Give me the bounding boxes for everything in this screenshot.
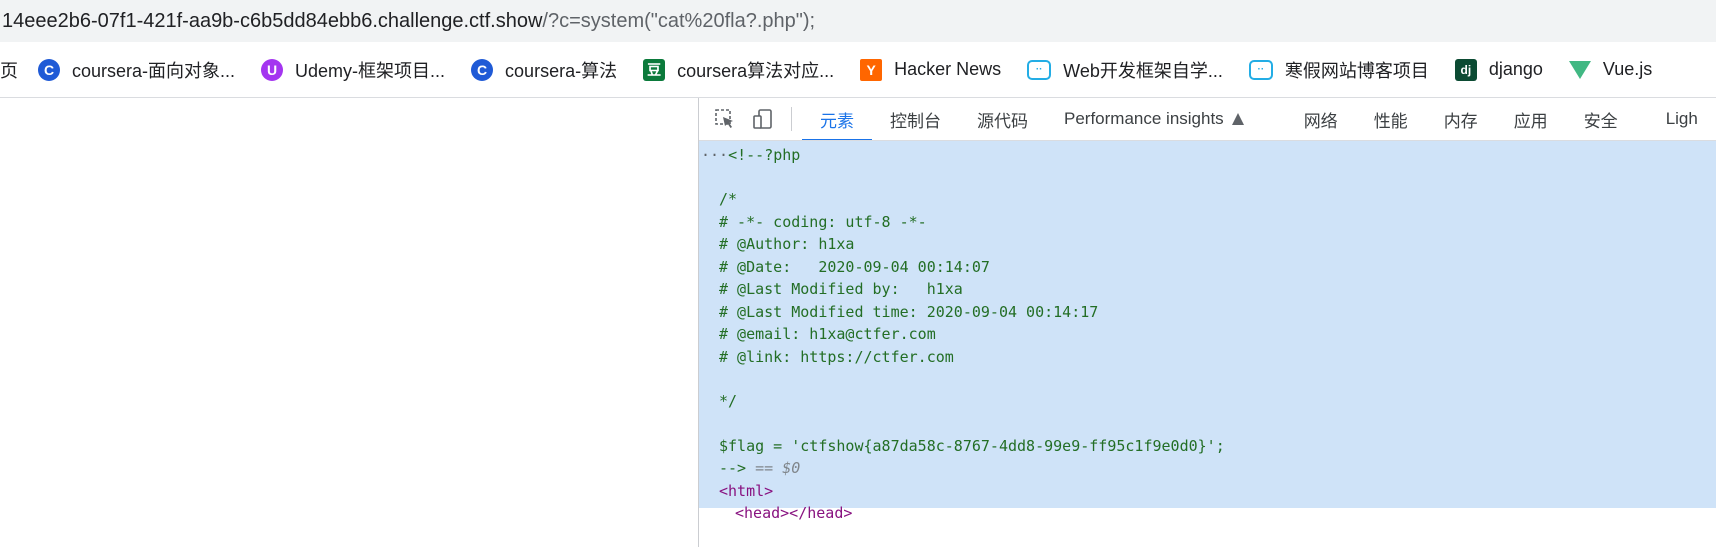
tab-memory[interactable]: 内存 — [1426, 98, 1496, 140]
bookmark-item[interactable]: C coursera-面向对象... — [38, 57, 235, 83]
bookmarks-bar: 页 C coursera-面向对象... U Udemy-框架项目... C c… — [0, 42, 1716, 98]
tab-security[interactable]: 安全 — [1566, 98, 1636, 140]
bookmark-item[interactable]: 页 — [0, 57, 18, 83]
bookmark-label: django — [1488, 59, 1543, 79]
bookmark-label: 寒假网站博客项目 — [1284, 60, 1429, 81]
code-line: */ — [719, 392, 738, 410]
bilibili-icon: ·· — [1027, 59, 1052, 80]
bookmark-label: 页 — [0, 60, 18, 81]
address-bar[interactable]: 14eee2b6-07f1-421f-aa9b-c6b5dd84ebb6.cha… — [0, 0, 1716, 42]
bookmark-item[interactable]: C coursera-算法 — [471, 57, 617, 83]
ellipsis-icon[interactable]: ··· — [701, 146, 728, 164]
code-line: # @Last Modified by: h1xa — [719, 280, 963, 298]
coursera-icon: C — [38, 58, 60, 81]
elements-tree[interactable]: ···<!--?php /* # -*- coding: utf-8 -*- #… — [699, 141, 1716, 547]
bookmark-label: Web开发框架自学... — [1063, 60, 1223, 81]
html-tag-line[interactable]: <html> — [719, 479, 773, 503]
bookmark-label: Vue.js — [1602, 59, 1653, 79]
page-content — [0, 98, 698, 547]
django-icon: dj — [1454, 58, 1477, 81]
devtools-panel: 元素 控制台 源代码 Performance insights 网络 性能 内存… — [698, 98, 1716, 547]
device-toolbar-icon[interactable] — [751, 107, 775, 131]
head-tag-line[interactable]: <head></head> — [735, 501, 852, 525]
bookmark-item[interactable]: Y Hacker News — [860, 58, 1002, 81]
vue-icon — [1568, 60, 1591, 79]
code-line: /* — [719, 190, 738, 208]
bookmark-label: coursera算法对应... — [677, 60, 835, 81]
selected-node-marker: == $0 — [755, 459, 801, 477]
bookmark-item[interactable]: U Udemy-框架项目... — [261, 57, 445, 83]
code-line: # @Author: h1xa — [719, 235, 855, 253]
tab-sources[interactable]: 源代码 — [959, 98, 1046, 140]
url-path: /?c=system("cat%20fla?.php"); — [542, 9, 816, 32]
udemy-icon: U — [261, 58, 284, 81]
inspect-element-icon[interactable] — [713, 107, 737, 131]
code-line: # -*- coding: utf-8 -*- — [719, 213, 927, 231]
tab-network[interactable]: 网络 — [1286, 98, 1356, 140]
code-line: # @link: https://ctfer.com — [719, 348, 954, 366]
code-line[interactable]: ···<!--?php — [701, 143, 800, 167]
tab-elements[interactable]: 元素 — [802, 98, 872, 140]
url-host: 14eee2b6-07f1-421f-aa9b-c6b5dd84ebb6.cha… — [2, 9, 543, 32]
bookmark-label: coursera-面向对象... — [72, 60, 236, 81]
bookmark-item[interactable]: ·· 寒假网站博客项目 — [1248, 57, 1429, 83]
devtools-toolbar: 元素 控制台 源代码 Performance insights 网络 性能 内存… — [699, 98, 1716, 141]
bookmark-item[interactable]: ·· Web开发框架自学... — [1027, 57, 1223, 83]
bookmark-label: Udemy-框架项目... — [295, 60, 446, 81]
bookmark-label: coursera-算法 — [505, 60, 618, 81]
tab-console[interactable]: 控制台 — [872, 98, 959, 140]
tab-performance[interactable]: 性能 — [1356, 98, 1426, 140]
tab-lighthouse[interactable]: Ligh — [1648, 98, 1716, 140]
code-line: # @Date: 2020-09-04 00:14:07 — [719, 258, 990, 276]
bookmark-item[interactable]: Vue.js — [1568, 59, 1653, 80]
flag-line: $flag = 'ctfshow{a87da58c-8767-4dd8-99e9… — [719, 437, 1225, 455]
bookmark-item[interactable]: 豆 coursera算法对应... — [643, 57, 834, 83]
bookmark-label: Hacker News — [894, 59, 1002, 79]
tab-performance-insights[interactable]: Performance insights — [1046, 98, 1262, 140]
coursera-icon: C — [471, 58, 494, 81]
code-line: # @Last Modified time: 2020-09-04 00:14:… — [719, 303, 1099, 321]
hacker-news-icon: Y — [860, 58, 883, 81]
code-line: # @email: h1xa@ctfer.com — [719, 325, 936, 343]
flask-icon — [1231, 113, 1244, 125]
code-line: --> == $0 — [719, 459, 801, 477]
tab-application[interactable]: 应用 — [1496, 98, 1566, 140]
toolbar-divider — [791, 107, 792, 131]
bookmark-item[interactable]: dj django — [1454, 58, 1543, 81]
bilibili-icon: ·· — [1248, 59, 1273, 80]
algorithms-icon: 豆 — [643, 58, 666, 81]
